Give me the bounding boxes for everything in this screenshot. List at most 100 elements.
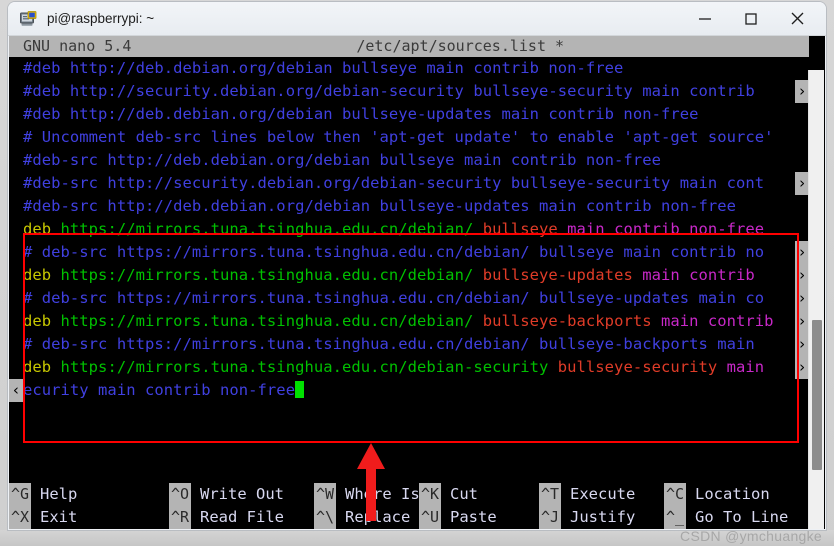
help-shortcut[interactable]: ^R Read File xyxy=(169,506,284,529)
nano-filename: /etc/apt/sources.list * xyxy=(356,37,565,55)
help-shortcut-key: ^\ xyxy=(314,506,336,529)
help-shortcut-label: Where Is xyxy=(345,485,420,503)
help-shortcut-key: ^U xyxy=(419,506,441,529)
buffer-text-segment: #deb http://deb.debian.org/debian bullse… xyxy=(23,105,699,123)
help-shortcut-label: Replace xyxy=(345,508,411,526)
buffer-text-segment: #deb-src http://deb.debian.org/debian bu… xyxy=(23,197,737,215)
help-shortcut[interactable]: ^T Execute xyxy=(539,483,635,506)
help-shortcut[interactable]: ^W Where Is xyxy=(314,483,420,506)
close-button[interactable] xyxy=(774,2,820,35)
terminal-window: pi@raspberrypi: ~ GNU nano 5.4 /etc/apt/… xyxy=(8,2,826,530)
nano-editor[interactable]: GNU nano 5.4 /etc/apt/sources.list * #de… xyxy=(9,36,809,529)
buffer-line[interactable]: #deb-src http://deb.debian.org/debian bu… xyxy=(9,195,809,218)
line-overflow-marker-icon: › xyxy=(795,80,809,103)
line-overflow-marker-icon: › xyxy=(795,287,809,310)
help-shortcut[interactable]: ^_ Go To Line xyxy=(664,506,788,529)
help-shortcut-key: ^R xyxy=(169,506,191,529)
buffer-line[interactable]: deb https://mirrors.tuna.tsinghua.edu.cn… xyxy=(9,264,809,287)
buffer-text-segment: main contrib non-free xyxy=(567,220,765,238)
line-overflow-marker-icon: › xyxy=(795,241,809,264)
buffer-line[interactable]: # deb-src https://mirrors.tuna.tsinghua.… xyxy=(9,287,809,310)
help-shortcut-label: Read File xyxy=(200,508,284,526)
buffer-text-segment: #deb http://security.debian.org/debian-s… xyxy=(23,82,755,100)
help-shortcut-label: Write Out xyxy=(200,485,284,503)
help-row-primary: ^G Help ^O Write Out ^W Where Is ^K Cut ^T Execut… xyxy=(9,483,809,506)
buffer-text-segment: https://mirrors.tuna.tsinghua.edu.cn/deb… xyxy=(60,266,483,284)
buffer-line[interactable]: #deb http://deb.debian.org/debian bullse… xyxy=(9,57,809,80)
text-cursor xyxy=(295,381,305,398)
help-row-secondary: ^X Exit ^R Read File ^\ Replace ^U Paste ^J Justi… xyxy=(9,506,809,529)
help-shortcut[interactable]: ^G Help xyxy=(9,483,77,506)
line-overflow-marker-icon: › xyxy=(795,333,809,356)
minimize-button[interactable] xyxy=(682,2,728,35)
buffer-line[interactable]: #deb-src http://security.debian.org/debi… xyxy=(9,172,809,195)
window-controls xyxy=(682,2,826,35)
help-shortcut[interactable]: ^K Cut xyxy=(419,483,478,506)
buffer-text-segment: # deb-src https://mirrors.tuna.tsinghua.… xyxy=(23,243,765,261)
help-shortcut-label: Cut xyxy=(450,485,478,503)
buffer-line[interactable]: deb https://mirrors.tuna.tsinghua.edu.cn… xyxy=(9,218,809,241)
help-shortcut[interactable]: ^C Location xyxy=(664,483,770,506)
buffer-text-segment: bullseye-updates xyxy=(482,266,643,284)
csdn-watermark: CSDN @ymchuangke xyxy=(680,528,822,544)
buffer-text-segment: ecurity main contrib non-free xyxy=(23,381,296,399)
line-overflow-marker-icon: › xyxy=(795,310,809,333)
buffer-text-segment: #deb http://deb.debian.org/debian bullse… xyxy=(23,59,624,77)
nano-version: GNU nano 5.4 xyxy=(23,37,132,55)
buffer-text-segment: https://mirrors.tuna.tsinghua.edu.cn/deb… xyxy=(60,220,483,238)
nano-help-bar: ^G Help ^O Write Out ^W Where Is ^K Cut ^T Execut… xyxy=(9,483,809,529)
buffer-line[interactable]: #deb http://security.debian.org/debian-s… xyxy=(9,80,809,103)
help-shortcut-key: ^O xyxy=(169,483,191,506)
buffer-text-segment: #deb-src http://security.debian.org/debi… xyxy=(23,174,765,192)
buffer-text-segment: deb xyxy=(23,266,61,284)
wrap-marker-left-icon: ‹ xyxy=(9,379,23,402)
buffer-line[interactable]: deb https://mirrors.tuna.tsinghua.edu.cn… xyxy=(9,310,809,333)
buffer-text-segment: deb xyxy=(23,312,61,330)
terminal-window-icon xyxy=(19,9,39,29)
scrollbar-thumb[interactable] xyxy=(812,320,822,470)
buffer-line[interactable]: ‹ ecurity main contrib non-free xyxy=(9,379,809,402)
help-shortcut-key: ^W xyxy=(314,483,336,506)
help-shortcut-label: Location xyxy=(695,485,770,503)
help-shortcut[interactable]: ^O Write Out xyxy=(169,483,284,506)
window-title: pi@raspberrypi: ~ xyxy=(47,11,155,26)
help-shortcut[interactable]: ^X Exit xyxy=(9,506,77,529)
buffer-text-segment: deb xyxy=(23,220,61,238)
help-shortcut[interactable]: ^U Paste xyxy=(419,506,497,529)
help-shortcut-key: ^X xyxy=(9,506,31,529)
terminal-surface[interactable]: GNU nano 5.4 /etc/apt/sources.list * #de… xyxy=(9,36,825,529)
buffer-text-segment: #deb-src http://deb.debian.org/debian bu… xyxy=(23,151,661,169)
window-titlebar[interactable]: pi@raspberrypi: ~ xyxy=(8,2,826,36)
help-shortcut[interactable]: ^J Justify xyxy=(539,506,635,529)
help-shortcut-key: ^C xyxy=(664,483,686,506)
buffer-text-segment: bullseye-security xyxy=(557,358,727,376)
maximize-button[interactable] xyxy=(728,2,774,35)
help-shortcut-label: Paste xyxy=(450,508,497,526)
buffer-text-segment: https://mirrors.tuna.tsinghua.edu.cn/deb… xyxy=(60,312,483,330)
buffer-text-segment: main contrib xyxy=(642,266,755,284)
help-shortcut-label: Justify xyxy=(570,508,636,526)
nano-title-bar: GNU nano 5.4 /etc/apt/sources.list * xyxy=(9,36,809,57)
help-shortcut-key: ^_ xyxy=(664,506,686,529)
buffer-line[interactable]: #deb http://deb.debian.org/debian bullse… xyxy=(9,103,809,126)
buffer-text-segment: # Uncomment deb-src lines below then 'ap… xyxy=(23,128,774,146)
help-shortcut-label: Execute xyxy=(570,485,636,503)
buffer-line[interactable]: deb https://mirrors.tuna.tsinghua.edu.cn… xyxy=(9,356,809,379)
buffer-line[interactable]: # Uncomment deb-src lines below then 'ap… xyxy=(9,126,809,149)
help-shortcut-label: Go To Line xyxy=(695,508,789,526)
line-overflow-marker-icon: › xyxy=(795,356,809,379)
buffer-text-segment: # deb-src https://mirrors.tuna.tsinghua.… xyxy=(23,335,755,353)
help-shortcut-label: Help xyxy=(40,485,78,503)
line-overflow-marker-icon: › xyxy=(795,172,809,195)
buffer-line[interactable]: # deb-src https://mirrors.tuna.tsinghua.… xyxy=(9,241,809,264)
buffer-text-segment: bullseye xyxy=(482,220,568,238)
buffer-text-segment: bullseye-backports xyxy=(482,312,661,330)
terminal-scrollbar[interactable] xyxy=(808,70,824,529)
buffer-line[interactable]: # deb-src https://mirrors.tuna.tsinghua.… xyxy=(9,333,809,356)
help-shortcut-key: ^T xyxy=(539,483,561,506)
buffer-text-segment: main contrib xyxy=(660,312,774,330)
buffer-line[interactable]: #deb-src http://deb.debian.org/debian bu… xyxy=(9,149,809,172)
nano-text-buffer[interactable]: #deb http://deb.debian.org/debian bullse… xyxy=(9,57,809,402)
buffer-text-segment: https://mirrors.tuna.tsinghua.edu.cn/deb… xyxy=(60,358,558,376)
help-shortcut[interactable]: ^\ Replace xyxy=(314,506,410,529)
